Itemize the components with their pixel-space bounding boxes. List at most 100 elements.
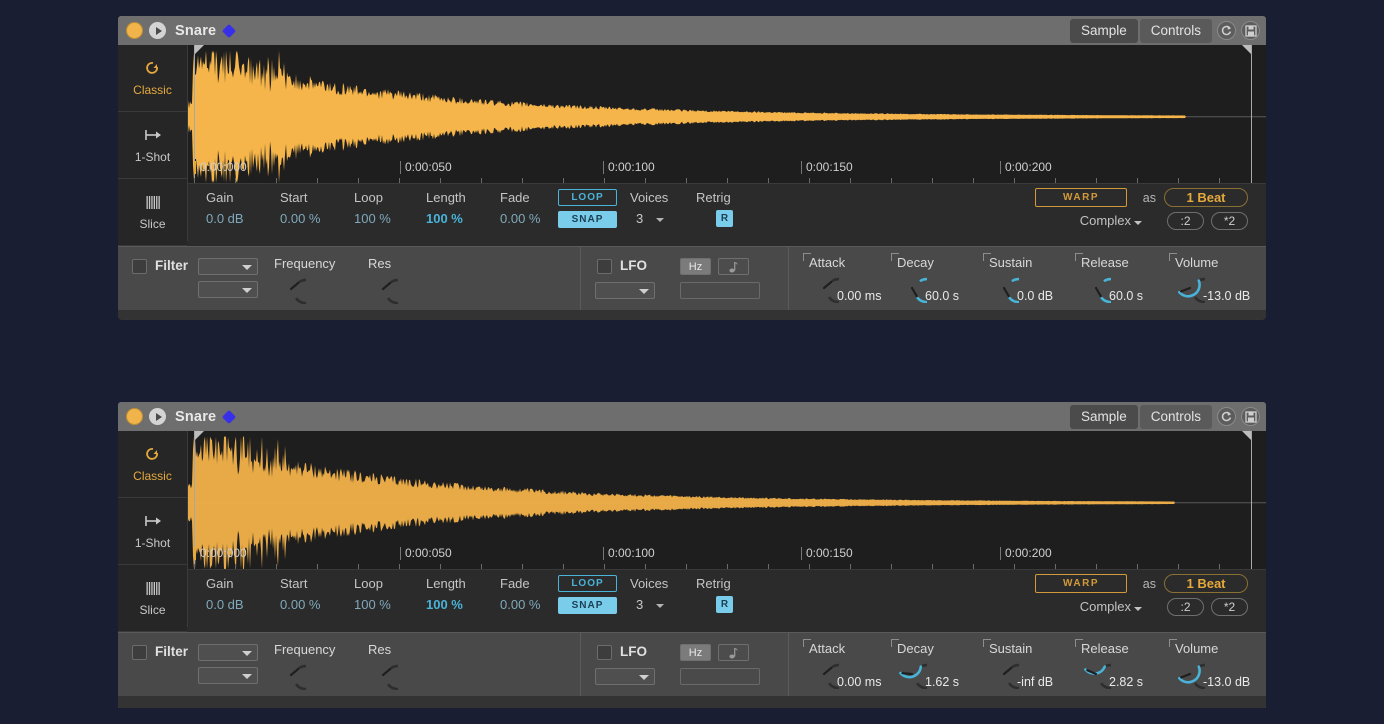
lfo-shape-dropdown[interactable] <box>595 282 655 299</box>
refresh-icon[interactable] <box>1217 407 1236 426</box>
envelope-decay-value[interactable]: 60.0 s <box>925 289 959 303</box>
mode-button-classic[interactable]: Classic <box>118 45 187 112</box>
envelope-volume-knob[interactable] <box>1175 273 1205 303</box>
lfo-rate-field[interactable] <box>680 668 760 685</box>
param-value[interactable]: 0.00 % <box>280 211 320 226</box>
save-icon[interactable] <box>1241 407 1260 426</box>
param-loop[interactable]: Loop 100 % <box>354 190 391 226</box>
param-fade[interactable]: Fade 0.00 % <box>500 190 540 226</box>
tab-controls[interactable]: Controls <box>1139 404 1212 429</box>
device-hotswap-indicator[interactable] <box>222 409 237 424</box>
chevron-down-icon[interactable] <box>656 604 664 608</box>
filter-circuit-dropdown[interactable] <box>198 281 258 298</box>
lfo-enable-checkbox[interactable] <box>597 259 612 274</box>
envelope-sustain-knob[interactable] <box>989 659 1019 689</box>
loop-toggle-button[interactable]: LOOP <box>558 189 617 206</box>
device-power-toggle[interactable] <box>126 22 143 39</box>
param-length[interactable]: Length 100 % <box>426 576 466 612</box>
envelope-release-knob[interactable] <box>1081 659 1111 689</box>
lfo-enable-checkbox[interactable] <box>597 645 612 660</box>
param-value[interactable]: 0.0 dB <box>206 597 244 612</box>
filter-type-dropdown[interactable] <box>198 258 258 275</box>
warp-double-button[interactable]: *2 <box>1211 212 1248 230</box>
snap-toggle-button[interactable]: SNAP <box>558 211 617 228</box>
retrig-toggle-button[interactable]: R <box>716 596 733 613</box>
param-value[interactable]: 100 % <box>426 211 466 226</box>
tab-sample[interactable]: Sample <box>1069 404 1138 429</box>
envelope-decay-knob[interactable] <box>897 273 927 303</box>
envelope-sustain-knob[interactable] <box>989 273 1019 303</box>
envelope-attack-knob[interactable] <box>809 659 839 689</box>
filter-enable-checkbox[interactable] <box>132 259 147 274</box>
device-power-toggle[interactable] <box>126 408 143 425</box>
lfo-hz-button[interactable]: Hz <box>680 644 711 661</box>
param-length[interactable]: Length 100 % <box>426 190 466 226</box>
voices-value[interactable]: 3 <box>636 211 643 226</box>
lfo-shape-dropdown[interactable] <box>595 668 655 685</box>
param-gain[interactable]: Gain 0.0 dB <box>206 190 244 226</box>
filter-circuit-dropdown[interactable] <box>198 667 258 684</box>
param-voices[interactable]: Voices <box>630 190 668 205</box>
envelope-release-value[interactable]: 2.82 s <box>1109 675 1143 689</box>
envelope-decay-value[interactable]: 1.62 s <box>925 675 959 689</box>
param-value[interactable]: 0.00 % <box>500 211 540 226</box>
device-play-button[interactable] <box>149 408 166 425</box>
param-value[interactable]: 100 % <box>426 597 466 612</box>
envelope-volume-value[interactable]: -13.0 dB <box>1203 675 1250 689</box>
param-fade[interactable]: Fade 0.00 % <box>500 576 540 612</box>
res-knob[interactable] <box>368 274 398 304</box>
frequency-knob[interactable] <box>276 274 306 304</box>
envelope-sustain-value[interactable]: -inf dB <box>1017 675 1053 689</box>
filter-enable-checkbox[interactable] <box>132 645 147 660</box>
warp-halve-button[interactable]: :2 <box>1167 598 1204 616</box>
param-value[interactable]: 0.00 % <box>280 597 320 612</box>
tab-controls[interactable]: Controls <box>1139 18 1212 43</box>
mode-button-slice[interactable]: Slice <box>118 565 187 632</box>
warp-toggle-button[interactable]: WARP <box>1035 574 1127 593</box>
chevron-down-icon[interactable] <box>656 218 664 222</box>
note-icon[interactable] <box>718 258 749 275</box>
filter-type-dropdown[interactable] <box>198 644 258 661</box>
warp-beat-value[interactable]: 1 Beat <box>1164 574 1248 593</box>
param-voices[interactable]: Voices <box>630 576 668 591</box>
warp-halve-button[interactable]: :2 <box>1167 212 1204 230</box>
envelope-attack-value[interactable]: 0.00 ms <box>837 289 881 303</box>
envelope-attack-knob[interactable] <box>809 273 839 303</box>
device-play-button[interactable] <box>149 22 166 39</box>
frequency-knob[interactable] <box>276 660 306 690</box>
warp-beat-value[interactable]: 1 Beat <box>1164 188 1248 207</box>
retrig-toggle-button[interactable]: R <box>716 210 733 227</box>
param-loop[interactable]: Loop 100 % <box>354 576 391 612</box>
snap-toggle-button[interactable]: SNAP <box>558 597 617 614</box>
param-start[interactable]: Start 0.00 % <box>280 190 320 226</box>
envelope-attack-value[interactable]: 0.00 ms <box>837 675 881 689</box>
tab-sample[interactable]: Sample <box>1069 18 1138 43</box>
warp-double-button[interactable]: *2 <box>1211 598 1248 616</box>
mode-button-1-shot[interactable]: 1-Shot <box>118 112 187 179</box>
warp-mode-selector[interactable]: Complex <box>1080 599 1131 614</box>
chevron-down-icon[interactable] <box>1134 221 1142 225</box>
chevron-down-icon[interactable] <box>1134 607 1142 611</box>
sample-waveform-display[interactable]: 0:00:000 0:00:050 0:00:100 0:00:150 0:00:200 <box>187 45 1266 183</box>
param-start[interactable]: Start 0.00 % <box>280 576 320 612</box>
res-knob[interactable] <box>368 660 398 690</box>
envelope-volume-value[interactable]: -13.0 dB <box>1203 289 1250 303</box>
refresh-icon[interactable] <box>1217 21 1236 40</box>
envelope-volume-knob[interactable] <box>1175 659 1205 689</box>
note-icon[interactable] <box>718 644 749 661</box>
mode-button-slice[interactable]: Slice <box>118 179 187 246</box>
warp-mode-selector[interactable]: Complex <box>1080 213 1131 228</box>
param-value[interactable]: 0.00 % <box>500 597 540 612</box>
mode-button-1-shot[interactable]: 1-Shot <box>118 498 187 565</box>
envelope-decay-knob[interactable] <box>897 659 927 689</box>
mode-button-classic[interactable]: Classic <box>118 431 187 498</box>
sample-waveform-display[interactable]: 0:00:000 0:00:050 0:00:100 0:00:150 0:00:200 <box>187 431 1266 569</box>
envelope-release-knob[interactable] <box>1081 273 1111 303</box>
param-value[interactable]: 0.0 dB <box>206 211 244 226</box>
envelope-sustain-value[interactable]: 0.0 dB <box>1017 289 1053 303</box>
device-hotswap-indicator[interactable] <box>222 23 237 38</box>
voices-value[interactable]: 3 <box>636 597 643 612</box>
param-value[interactable]: 100 % <box>354 211 391 226</box>
param-gain[interactable]: Gain 0.0 dB <box>206 576 244 612</box>
loop-toggle-button[interactable]: LOOP <box>558 575 617 592</box>
